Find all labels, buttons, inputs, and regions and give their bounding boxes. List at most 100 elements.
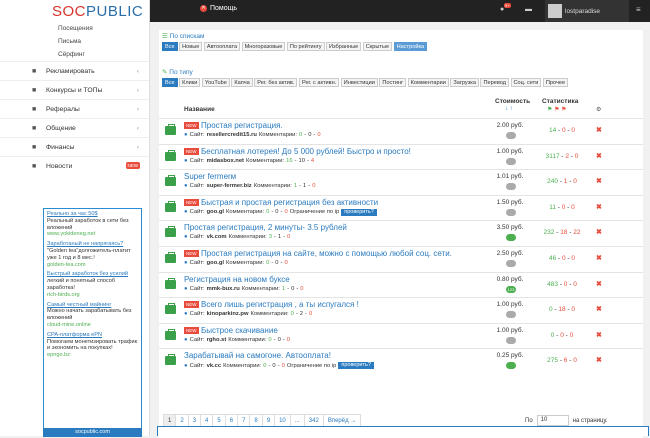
stat-value: 0 bbox=[573, 178, 577, 186]
task-title[interactable]: Зарабатывай на самогоне. Автооплата! bbox=[184, 351, 331, 360]
ad-title[interactable]: Заработаный не напрягаясь? bbox=[47, 241, 138, 248]
ad-url[interactable]: rich-birds.org bbox=[47, 292, 138, 299]
help-button[interactable]: ✕ Помощь bbox=[200, 5, 237, 12]
sidebar-item[interactable]: ■ Финансы ‹ bbox=[0, 137, 149, 156]
site-name: vk.cc bbox=[206, 362, 222, 369]
task-title[interactable]: Простая регистрация, 2 минуты- 3.5 рубле… bbox=[184, 223, 347, 232]
delete-icon[interactable]: ✖ bbox=[596, 331, 602, 339]
site-name: kinoparkinz.pw bbox=[206, 311, 249, 318]
user-icon: ● bbox=[184, 183, 188, 190]
notification-badge: 9+ bbox=[504, 3, 511, 8]
task-title[interactable]: Простая регистрация на сайте, можно с по… bbox=[201, 249, 452, 258]
check-button[interactable]: проверить? bbox=[341, 208, 377, 216]
chat-icon[interactable]: ▬ bbox=[525, 6, 532, 13]
table-row: NEW Быстрое скачивание ● Сайт: rgho.st Коммен… bbox=[159, 322, 643, 348]
task-title[interactable]: Всего лишь регистрация , а ты испугался … bbox=[201, 300, 359, 309]
delete-icon[interactable]: ✖ bbox=[596, 228, 602, 236]
chevron-icon: ‹ bbox=[136, 125, 139, 132]
filter-button[interactable]: По рейтингу bbox=[286, 42, 325, 51]
filter-button[interactable]: Скрытые bbox=[362, 42, 393, 51]
ad-title[interactable]: Самый честный майнинг bbox=[47, 302, 138, 309]
delete-icon[interactable]: ✖ bbox=[596, 152, 602, 160]
user-menu[interactable]: lostparadise bbox=[545, 0, 629, 22]
filter-button[interactable]: Настройка bbox=[393, 42, 428, 51]
ad-item[interactable]: CPA-платформа ePN Помогаем монетизировать… bbox=[47, 332, 138, 359]
ad-url[interactable]: epngo.bz bbox=[47, 352, 138, 359]
task-meta: ● Сайт: vk.com Комментарии: 3-1-0 bbox=[184, 234, 290, 240]
counter-pill bbox=[506, 132, 516, 139]
col-name-header: Название bbox=[184, 106, 215, 113]
filter-button[interactable]: Соц. сети bbox=[510, 78, 542, 87]
task-title[interactable]: Быстрая и простая регистрация без активн… bbox=[201, 198, 378, 207]
ad-url[interactable]: www.yokideneg.net bbox=[47, 231, 138, 238]
delete-icon[interactable]: ✖ bbox=[596, 177, 602, 185]
filter-button[interactable]: Клики bbox=[179, 78, 201, 87]
filter-button[interactable]: Рег. без актив. bbox=[254, 78, 298, 87]
table-row: Регистрация на новом буксе ● Сайт: mmk-bux.… bbox=[159, 271, 643, 297]
filter-button[interactable]: YouTube bbox=[201, 78, 230, 87]
sidebar-subitem[interactable]: Посещения bbox=[0, 22, 149, 35]
ad-item[interactable]: Заработаный не напрягаясь? "Golden tea"до… bbox=[47, 241, 138, 268]
task-title[interactable]: Простая регистрация. bbox=[201, 121, 283, 130]
comments-label: Комментарии: bbox=[228, 336, 267, 343]
site-name: mmk-bux.ru bbox=[206, 285, 240, 292]
task-title[interactable]: Бесплатная лотерея! До 5 000 рублей! Быс… bbox=[201, 147, 411, 156]
delete-icon[interactable]: ✖ bbox=[596, 126, 602, 134]
sidebar-subitem[interactable]: Сёрфинг bbox=[0, 48, 149, 61]
filter-button[interactable]: Все bbox=[162, 78, 178, 87]
task-title[interactable]: Super fermerм bbox=[184, 172, 236, 181]
check-button[interactable]: проверить? bbox=[338, 362, 374, 370]
ad-url[interactable]: cloud-mine.online bbox=[47, 322, 138, 329]
stat-value: 0 bbox=[574, 152, 579, 160]
per-page-select[interactable]: 10 bbox=[536, 415, 569, 426]
filter-button[interactable]: Многоразовые bbox=[241, 42, 286, 51]
delete-icon[interactable]: ✖ bbox=[596, 305, 602, 313]
separator: - bbox=[295, 311, 298, 318]
ad-title[interactable]: Реально за час 50$ bbox=[47, 211, 138, 218]
ad-title[interactable]: CPA-платформа ePN bbox=[47, 332, 138, 339]
tasks-panel: ☰ По спискам Все Новые Автооплата Многоразо… bbox=[159, 30, 643, 438]
task-stats: 3117 - 2 - 0 bbox=[537, 153, 587, 160]
filter-button[interactable]: Все bbox=[162, 42, 178, 51]
ad-desc: "Golden tea"долгожитель-платит уже 1 год… bbox=[47, 247, 131, 261]
ad-url[interactable]: golden-tea.com bbox=[47, 262, 138, 269]
chevron-icon: ‹ bbox=[136, 68, 139, 75]
sidebar-item[interactable]: ■ Рекламировать ‹ bbox=[0, 61, 149, 80]
types-filters: Все Клики YouTube Капча Рег. без актив. Рег. … bbox=[162, 78, 569, 87]
delete-icon[interactable]: ✖ bbox=[596, 356, 602, 364]
briefcase-icon bbox=[165, 328, 176, 340]
logo[interactable]: SOCPUBLIC bbox=[0, 0, 150, 22]
filter-button[interactable]: Инвестиции bbox=[340, 78, 378, 87]
delete-icon[interactable]: ✖ bbox=[596, 280, 602, 288]
delete-icon[interactable]: ✖ bbox=[596, 203, 602, 211]
filter-button[interactable]: Постинг bbox=[379, 78, 407, 87]
filter-button[interactable]: Перевод bbox=[480, 78, 509, 87]
filter-button[interactable]: Прочее bbox=[542, 78, 569, 87]
ad-item[interactable]: Реально за час 50$ Реальный заработок в с… bbox=[47, 211, 138, 238]
menu-icon[interactable]: ≡ bbox=[636, 5, 641, 14]
sidebar-subitem[interactable]: Письма bbox=[0, 35, 149, 48]
user-icon: ● bbox=[184, 260, 188, 266]
sidebar-item[interactable]: ■ Общение ‹ bbox=[0, 118, 149, 137]
filter-button[interactable]: Комментарии bbox=[407, 78, 449, 87]
filter-button[interactable]: Загрузка bbox=[450, 78, 479, 87]
sidebar-item[interactable]: ■ Рефералы ‹ bbox=[0, 99, 149, 118]
settings-icon[interactable]: ⚙ bbox=[596, 106, 601, 113]
filter-button[interactable]: Избранные bbox=[326, 42, 362, 51]
task-title[interactable]: Регистрация на новом буксе bbox=[184, 275, 290, 284]
site-label: Сайт: bbox=[189, 234, 205, 241]
delete-icon[interactable]: ✖ bbox=[596, 254, 602, 262]
task-stats: 14 - 0 - 0 bbox=[537, 127, 587, 134]
ad-item[interactable]: Быстрый заработок без усилий легкий и пон… bbox=[47, 271, 138, 298]
sidebar-item[interactable]: ■ Новости NEW bbox=[0, 156, 149, 175]
task-meta: ● Сайт: midasbox.net Комментарии: 16-10-4 bbox=[184, 158, 314, 164]
task-title[interactable]: Быстрое скачивание bbox=[201, 326, 278, 335]
filter-button[interactable]: Капча bbox=[231, 78, 253, 87]
stat-value: 0 bbox=[571, 255, 576, 262]
filter-button[interactable]: Новые bbox=[179, 42, 203, 51]
ad-item[interactable]: Самый честный майнинг Можно начать зараба… bbox=[47, 302, 138, 329]
filter-button[interactable]: Рег. с активн. bbox=[298, 78, 340, 87]
sidebar-item[interactable]: ■ Конкурсы и ТОПы ‹ bbox=[0, 80, 149, 99]
filter-button[interactable]: Автооплата bbox=[203, 42, 241, 51]
sort-arrows-icon[interactable]: ↓ ↑ bbox=[505, 106, 513, 112]
